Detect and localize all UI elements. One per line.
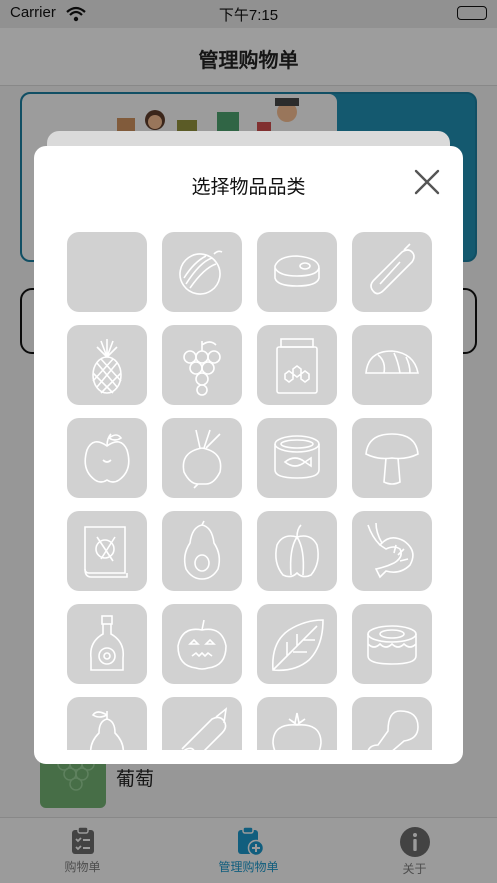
apple-icon (84, 433, 130, 483)
zucchini-icon (370, 243, 415, 295)
category-tile[interactable] (352, 697, 432, 750)
pumpkin-icon (177, 619, 227, 670)
pineapple-icon (92, 339, 122, 394)
mushroom-icon (365, 433, 419, 485)
category-tile[interactable] (67, 511, 147, 591)
category-tile[interactable] (257, 511, 337, 591)
turnip-icon (182, 429, 222, 489)
drumstick-icon (367, 710, 419, 750)
watermelon-icon (179, 250, 223, 295)
pear-icon (89, 711, 125, 750)
category-tile[interactable] (162, 325, 242, 405)
oil-bottle-icon (89, 615, 125, 671)
category-tile[interactable] (67, 418, 147, 498)
taco-icon (365, 350, 419, 374)
meat-icon (274, 255, 320, 287)
honey-jar-icon (276, 338, 318, 394)
category-tile[interactable] (162, 511, 242, 591)
grapes-icon (183, 341, 221, 396)
category-tile[interactable] (67, 325, 147, 405)
category-tile[interactable] (67, 697, 147, 750)
category-tile[interactable] (162, 697, 242, 750)
dialog-title: 选择物品品类 (191, 176, 306, 198)
category-picker-dialog: 选择物品品类 (34, 146, 463, 764)
sausage-icon (178, 707, 228, 750)
category-tile[interactable] (257, 604, 337, 684)
avocado-icon (183, 520, 221, 580)
category-tile[interactable] (162, 604, 242, 684)
category-grid (67, 232, 437, 750)
blank-icon (75, 240, 139, 304)
category-tile[interactable] (257, 232, 337, 312)
category-tile[interactable] (162, 418, 242, 498)
category-tile[interactable] (67, 232, 147, 312)
canned-fish-icon (274, 435, 320, 479)
cake-icon (367, 625, 417, 665)
category-tile[interactable] (352, 604, 432, 684)
close-icon[interactable] (413, 168, 441, 196)
bell-pepper-icon (275, 524, 319, 578)
category-tile[interactable] (67, 604, 147, 684)
cookbook-icon (84, 526, 128, 578)
category-tile[interactable] (352, 325, 432, 405)
category-tile[interactable] (162, 232, 242, 312)
category-tile[interactable] (352, 418, 432, 498)
category-tile[interactable] (352, 511, 432, 591)
category-tile[interactable] (257, 325, 337, 405)
category-tile[interactable] (352, 232, 432, 312)
leaf-icon (272, 619, 324, 672)
tomato-icon (272, 712, 322, 750)
category-tile[interactable] (257, 418, 337, 498)
shrimp-icon (367, 522, 414, 579)
category-tile[interactable] (257, 697, 337, 750)
